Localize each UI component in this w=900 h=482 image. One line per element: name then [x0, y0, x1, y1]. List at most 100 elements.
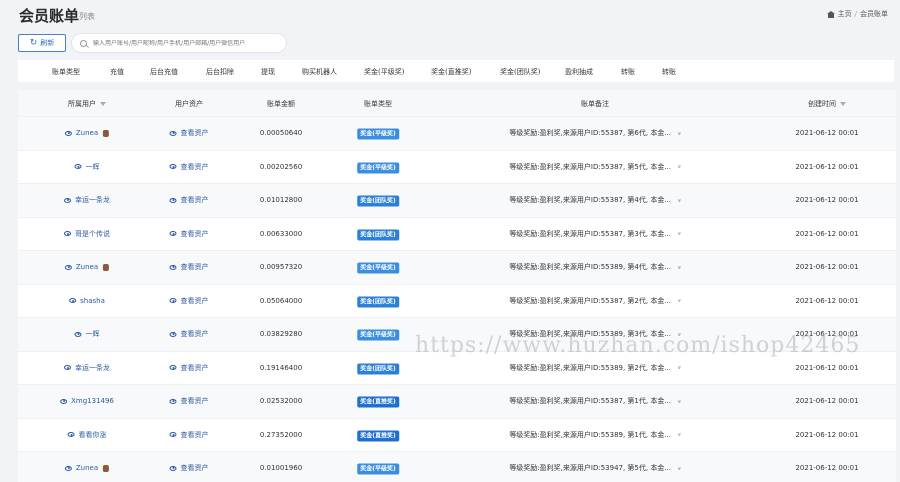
bill-type-badge: 奖金(团队奖): [357, 195, 399, 207]
tab-9[interactable]: 盈利抽成: [565, 67, 593, 77]
user-link[interactable]: Zunea: [64, 464, 110, 472]
user-name[interactable]: 哥是个传说: [75, 229, 110, 239]
filter-icon[interactable]: [840, 102, 846, 106]
eye-icon: [169, 365, 177, 371]
user-link[interactable]: 哥是个传说: [64, 229, 110, 239]
user-link[interactable]: Zunea: [64, 129, 110, 137]
search-icon: [80, 39, 87, 47]
bill-type-badge: 奖金(团队奖): [357, 296, 399, 308]
created-time: 2021-06-12 00:01: [795, 363, 859, 372]
view-asset-link[interactable]: 查看资产: [169, 329, 209, 339]
tab-8[interactable]: 奖金(团队奖): [500, 67, 540, 77]
view-asset-link[interactable]: 查看资产: [169, 262, 209, 272]
view-asset-label[interactable]: 查看资产: [181, 463, 209, 473]
view-asset-link[interactable]: 查看资产: [169, 195, 209, 205]
bill-type-badge-wrap: 奖金(平级奖): [357, 329, 399, 341]
user-link[interactable]: 一辉: [74, 329, 100, 339]
view-asset-label[interactable]: 查看资产: [181, 396, 209, 406]
user-name[interactable]: 幸运一条龙: [75, 363, 110, 373]
view-asset-label[interactable]: 查看资产: [181, 430, 209, 440]
tab-11[interactable]: 转账: [662, 67, 676, 77]
user-name[interactable]: 看看你涨: [79, 430, 107, 440]
page-title: 会员账单: [19, 7, 80, 25]
home-icon[interactable]: [826, 10, 835, 18]
eye-icon: [169, 164, 177, 170]
filter-icon[interactable]: [100, 102, 106, 106]
remark-text: 等级奖励:盈利奖,来源用户ID:55387, 第6代, 本金...: [509, 129, 672, 138]
created-time: 2021-06-12 00:01: [795, 296, 859, 305]
created-time: 2021-06-12 00:01: [795, 430, 859, 439]
view-asset-link[interactable]: 查看资产: [169, 128, 209, 138]
table-row: 看看你涨 查看资产 0.27352000 奖金(直推奖) 等级奖励:盈利奖,来源用户ID…: [18, 417, 896, 452]
user-name[interactable]: 一辉: [86, 162, 100, 172]
view-asset-label[interactable]: 查看资产: [181, 195, 209, 205]
chevron-down-icon[interactable]: »: [675, 299, 682, 303]
view-asset-link[interactable]: 查看资产: [169, 162, 209, 172]
bill-remark: 等级奖励:盈利奖,来源用户ID:55387, 第5代, 本金...»: [509, 162, 682, 172]
search-input[interactable]: [93, 39, 273, 47]
chevron-down-icon[interactable]: »: [675, 433, 682, 437]
tab-10[interactable]: 转账: [621, 67, 635, 77]
user-name[interactable]: Xmg131496: [71, 397, 114, 405]
chevron-down-icon[interactable]: »: [675, 165, 682, 169]
tab-2[interactable]: 后台充值: [150, 67, 178, 77]
view-asset-label[interactable]: 查看资产: [181, 229, 209, 239]
tab-7[interactable]: 奖金(直推奖): [431, 67, 471, 77]
user-name[interactable]: Zunea: [76, 464, 98, 472]
bill-type-badge-wrap: 奖金(团队奖): [357, 229, 399, 241]
eye-icon: [64, 365, 71, 371]
chevron-down-icon[interactable]: »: [675, 198, 682, 202]
tab-5[interactable]: 购买机器人: [302, 67, 337, 77]
eye-icon: [64, 264, 72, 270]
user-name[interactable]: 一辉: [86, 329, 100, 339]
bill-type-badge: 奖金(平级奖): [357, 162, 399, 174]
view-asset-link[interactable]: 查看资产: [169, 296, 209, 306]
bill-amount: 0.05064000: [259, 296, 303, 305]
view-asset-label[interactable]: 查看资产: [181, 363, 209, 373]
view-asset-link[interactable]: 查看资产: [169, 229, 209, 239]
refresh-button[interactable]: ↻ 刷新: [18, 34, 66, 52]
view-asset-link[interactable]: 查看资产: [169, 363, 209, 373]
breadcrumb-home[interactable]: 主页: [838, 9, 852, 19]
chevron-down-icon[interactable]: »: [675, 232, 682, 236]
user-name[interactable]: Zunea: [76, 263, 98, 271]
view-asset-label[interactable]: 查看资产: [181, 329, 209, 339]
eye-icon: [69, 298, 77, 304]
user-name[interactable]: Zunea: [76, 129, 98, 137]
chevron-down-icon[interactable]: »: [675, 366, 682, 370]
view-asset-label[interactable]: 查看资产: [181, 262, 209, 272]
page-header: 会员账单 列表 主页 / 会员账单: [0, 0, 900, 30]
tab-1[interactable]: 充值: [110, 67, 124, 77]
tab-3[interactable]: 后台扣除: [206, 67, 234, 77]
user-link[interactable]: 看看你涨: [67, 430, 107, 440]
breadcrumb-current: 会员账单: [860, 10, 888, 18]
chevron-down-icon[interactable]: »: [675, 399, 682, 403]
view-asset-link[interactable]: 查看资产: [169, 396, 209, 406]
tab-4[interactable]: 提现: [261, 67, 275, 77]
user-link[interactable]: 幸运一条龙: [64, 195, 110, 205]
bill-remark: 等级奖励:盈利奖,来源用户ID:55387, 第6代, 本金...»: [509, 128, 682, 138]
user-link[interactable]: 一辉: [74, 162, 100, 172]
view-asset-link[interactable]: 查看资产: [169, 430, 209, 440]
view-asset-label[interactable]: 查看资产: [181, 296, 209, 306]
table-row: Zunea 查看资产 0.01001960 奖金(平级奖) 等级奖励:盈利奖,来源用户I…: [18, 451, 896, 482]
view-asset-label[interactable]: 查看资产: [181, 162, 209, 172]
eye-icon: [169, 432, 177, 438]
view-asset-label[interactable]: 查看资产: [181, 128, 209, 138]
remark-text: 等级奖励:盈利奖,来源用户ID:55387, 第5代, 本金...: [509, 162, 672, 171]
user-link[interactable]: Zunea: [64, 263, 110, 271]
remark-text: 等级奖励:盈利奖,来源用户ID:55387, 第4代, 本金...: [509, 196, 672, 205]
view-asset-link[interactable]: 查看资产: [169, 463, 209, 473]
user-name[interactable]: 幸运一条龙: [75, 195, 110, 205]
user-link[interactable]: shasha: [69, 297, 105, 305]
eye-icon: [169, 465, 177, 471]
chevron-down-icon[interactable]: »: [675, 131, 682, 135]
user-link[interactable]: Xmg131496: [60, 397, 114, 405]
chevron-down-icon[interactable]: »: [675, 265, 682, 269]
tab-6[interactable]: 奖金(平级奖): [364, 67, 404, 77]
user-link[interactable]: 幸运一条龙: [64, 363, 110, 373]
chevron-down-icon[interactable]: »: [675, 466, 682, 470]
user-name[interactable]: shasha: [80, 297, 105, 305]
bill-type-badge-wrap: 奖金(平级奖): [357, 128, 399, 140]
search-box[interactable]: [71, 33, 287, 53]
